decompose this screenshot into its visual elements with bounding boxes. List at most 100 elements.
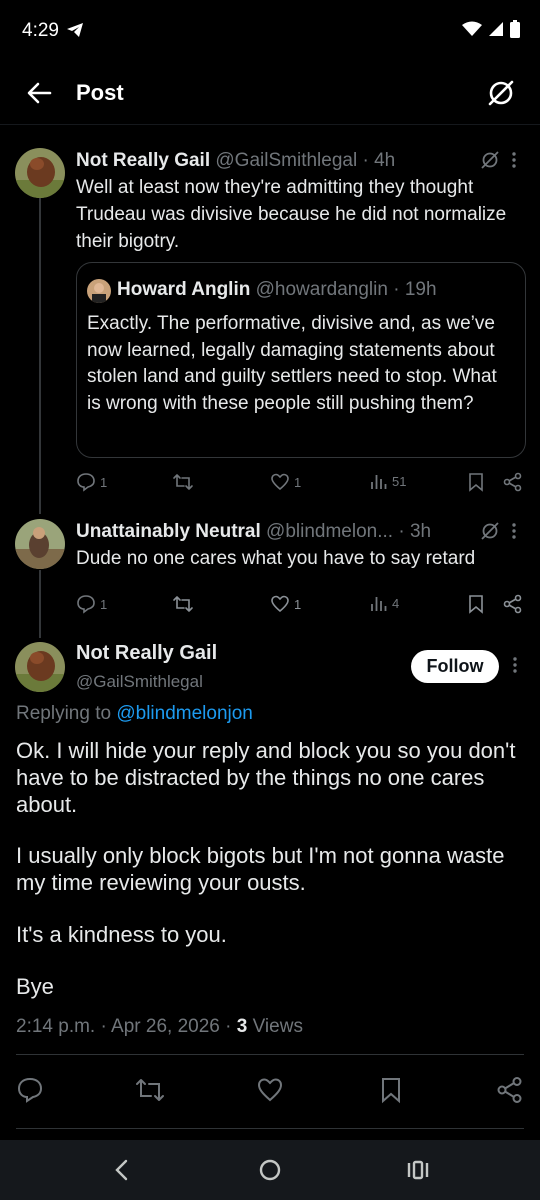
heart-icon — [271, 473, 289, 491]
separator-dot: · — [398, 521, 405, 542]
replying-to: Replying to @blindmelonjon — [16, 703, 253, 725]
repost-button[interactable] — [172, 472, 194, 492]
post-meta: 2:14 p.m. · Apr 26, 2026 · 3 Views — [16, 1016, 303, 1038]
grok-icon[interactable] — [480, 521, 500, 546]
post-paragraph: I usually only block bigots but I'm not … — [16, 843, 505, 895]
heart-icon — [271, 595, 289, 613]
like-count: 1 — [294, 596, 302, 612]
reply-button[interactable]: 1 — [76, 594, 107, 614]
action-bar: 1 1 51 — [76, 472, 526, 496]
replying-handle-link[interactable]: @blindmelonjon — [116, 703, 253, 724]
repost-icon[interactable] — [134, 1076, 166, 1109]
share-icon — [503, 472, 522, 492]
grok-icon[interactable] — [480, 150, 500, 175]
replying-label: Replying to — [16, 703, 117, 724]
signal-icon — [489, 22, 503, 36]
display-name[interactable]: Not Really Gail — [76, 150, 210, 171]
user-handle[interactable]: @blindmelon... — [266, 521, 393, 542]
reply-count: 1 — [100, 596, 108, 612]
more-options-icon[interactable] — [512, 656, 518, 679]
divider — [16, 1128, 524, 1129]
thread-line — [39, 198, 41, 514]
share-icon — [503, 594, 522, 614]
views-icon — [371, 597, 387, 611]
views-count: 3 — [236, 1016, 248, 1037]
telegram-icon — [66, 22, 84, 43]
top-bar: Post — [0, 62, 540, 125]
post-time: 19h — [404, 279, 437, 300]
page-title: Post — [76, 80, 124, 105]
post-timestamp: 2:14 p.m. · Apr 26, 2026 · — [16, 1016, 237, 1037]
repost-icon — [173, 474, 193, 490]
views-label[interactable]: Views — [247, 1016, 303, 1037]
views-button[interactable]: 51 — [370, 472, 406, 490]
user-handle[interactable]: @GailSmithlegal — [76, 672, 203, 692]
back-arrow-icon[interactable] — [26, 80, 52, 111]
avatar[interactable] — [15, 519, 65, 569]
post-text: Dude no one cares what you have to say r… — [76, 548, 476, 569]
quote-header: Howard Anglin @howardanglin · 19h — [117, 279, 437, 301]
views-count: 4 — [392, 595, 400, 611]
post-time: 4h — [374, 150, 396, 171]
quoted-post[interactable]: Howard Anglin @howardanglin · 19h Exactl… — [76, 262, 526, 458]
share-button[interactable] — [503, 472, 523, 492]
views-button[interactable]: 4 — [370, 594, 399, 612]
post-paragraph: It's a kindness to you. — [16, 922, 227, 947]
status-time: 4:29 — [22, 20, 59, 41]
display-name: Howard Anglin — [117, 279, 251, 300]
nav-recents-icon[interactable] — [406, 1158, 430, 1187]
share-icon[interactable] — [496, 1076, 524, 1109]
nav-back-icon[interactable] — [112, 1158, 130, 1187]
post-time: 3h — [409, 521, 432, 542]
user-handle[interactable]: @GailSmithlegal — [215, 150, 357, 171]
post-text: Well at least now they're admitting they… — [76, 177, 507, 252]
post-header: Not Really Gail @GailSmithlegal · 4h — [76, 150, 395, 172]
action-bar: 1 1 4 — [76, 594, 526, 618]
quote-text: Exactly. The performative, divisive and,… — [87, 313, 497, 414]
repost-icon — [173, 596, 193, 612]
like-count: 1 — [294, 474, 302, 490]
bookmark-icon — [469, 595, 483, 614]
battery-icon — [510, 20, 520, 38]
status-icons — [462, 20, 520, 38]
user-handle: @howardanglin — [255, 279, 388, 300]
reply-icon — [77, 473, 95, 492]
views-count: 51 — [392, 473, 407, 489]
thread-line — [39, 570, 41, 638]
bookmark-button[interactable] — [468, 472, 484, 492]
divider — [16, 1054, 524, 1055]
status-bar: 4:29 — [0, 0, 540, 60]
reply-count: 1 — [100, 474, 108, 490]
heart-icon[interactable] — [256, 1076, 284, 1109]
share-button[interactable] — [503, 594, 523, 614]
reply-button[interactable]: 1 — [76, 472, 107, 492]
like-button[interactable]: 1 — [270, 472, 301, 492]
nav-home-icon[interactable] — [258, 1158, 282, 1187]
follow-button[interactable]: Follow — [411, 650, 499, 683]
more-options-icon[interactable] — [511, 522, 517, 545]
main-action-bar — [16, 1076, 524, 1104]
post-text: Ok. I will hide your reply and block you… — [16, 737, 521, 1000]
display-name[interactable]: Unattainably Neutral — [76, 521, 261, 542]
post-paragraph: Ok. I will hide your reply and block you… — [16, 738, 516, 817]
post-header: Unattainably Neutral @blindmelon... · 3h — [76, 521, 431, 543]
avatar[interactable] — [15, 148, 65, 198]
separator-dot: · — [362, 150, 369, 171]
more-options-icon[interactable] — [511, 151, 517, 174]
bookmark-icon[interactable] — [380, 1076, 402, 1109]
views-icon — [371, 475, 387, 489]
repost-button[interactable] — [172, 594, 194, 614]
reply-icon — [77, 595, 95, 614]
display-name[interactable]: Not Really Gail — [76, 642, 217, 665]
reply-icon[interactable] — [16, 1076, 44, 1109]
post-paragraph: Bye — [16, 974, 54, 999]
bookmark-button[interactable] — [468, 594, 484, 614]
separator-dot: · — [393, 279, 400, 300]
bookmark-icon — [469, 473, 483, 492]
system-nav-bar — [0, 1140, 540, 1200]
avatar[interactable] — [87, 279, 111, 303]
avatar[interactable] — [15, 642, 65, 692]
grok-icon[interactable] — [486, 78, 516, 113]
like-button[interactable]: 1 — [270, 594, 301, 614]
wifi-icon — [462, 21, 482, 36]
